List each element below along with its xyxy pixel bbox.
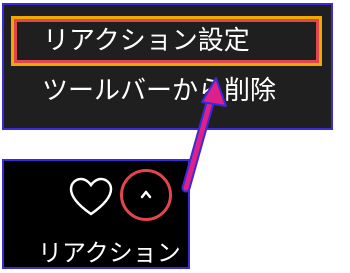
reaction-options-chevron-button[interactable] (120, 169, 172, 221)
context-menu: リアクション設定 ツールバーから削除 (2, 3, 333, 130)
menu-item-remove-from-toolbar[interactable]: ツールバーから削除 (14, 69, 319, 113)
reaction-toolbar-button[interactable]: リアクション (2, 159, 190, 269)
menu-item-reaction-settings[interactable]: リアクション設定 (14, 19, 319, 63)
reaction-button-label: リアクション (38, 239, 181, 267)
heart-icon (69, 177, 113, 216)
chevron-up-icon (140, 190, 152, 199)
